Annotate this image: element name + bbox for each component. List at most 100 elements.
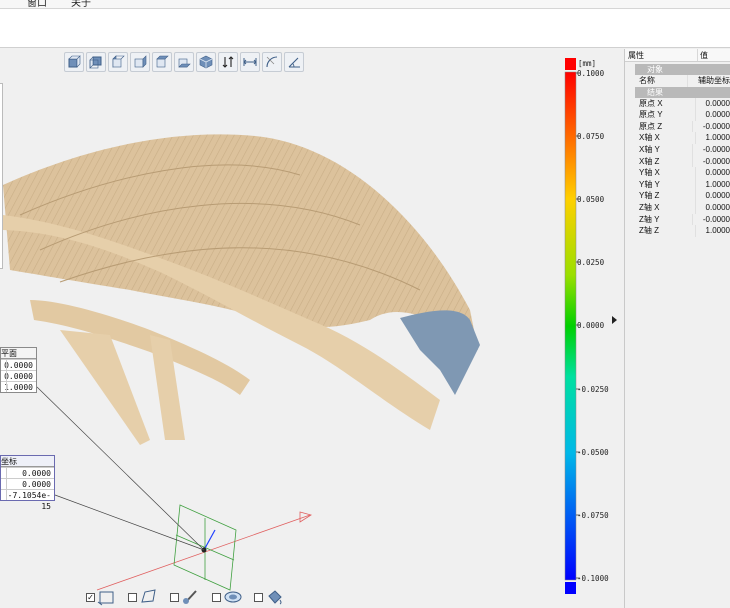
property-row[interactable]: X轴 X 1.0000 [625,132,730,144]
property-key: Y轴 X [635,167,696,179]
property-row[interactable]: Y轴 X 0.0000 [625,167,730,179]
toggle-brush-select[interactable] [170,588,201,606]
property-row[interactable]: Z轴 Z 1.0000 [625,225,730,237]
view-iso-button[interactable] [196,52,216,72]
measure-radius-button[interactable] [262,52,282,72]
lasso-select-icon [224,591,242,603]
measure-distance-icon [243,58,257,66]
property-value: 0.0000 [705,98,730,108]
menu-window[interactable]: 窗口 [27,0,47,8]
plane-info-box[interactable]: 平面 0.0000 0.0000 1.0000 [0,347,37,393]
tire-inner-ring [30,300,250,395]
toggle-rect-select[interactable]: ✓ [86,588,117,606]
left-panel-edge [0,83,3,269]
property-value: 1.0000 [705,179,730,189]
property-panel: 属性 值 对象 名称 辅助坐标 结果 原点 X 0.0000 原点 Y 0.0000 … [624,49,730,608]
property-key: Z轴 Z [635,225,696,237]
scale-max-swatch [565,58,576,70]
property-value: 1.0000 [705,133,730,143]
selection-toolbar: ✓ [86,587,285,607]
panel-expand-arrow-icon[interactable] [612,316,617,324]
checkbox-fill-select[interactable] [254,592,263,602]
property-row[interactable]: 原点 Y 0.0000 [625,109,730,121]
property-value: -0.0000 [702,121,730,131]
menu-bar: 窗口 关于 [0,0,730,9]
property-row[interactable]: Y轴 Y 1.0000 [625,178,730,191]
toggle-lasso-select[interactable] [212,588,243,606]
property-value: 0.0000 [705,191,730,201]
property-row[interactable]: X轴 Z -0.0000 [625,155,730,168]
view-right-button[interactable] [130,52,150,72]
scale-label-8: -0.1000 [577,574,609,583]
coord-info-box[interactable]: 坐标 0.0000 0.0000 -7.1054e-15 [0,455,55,511]
flip-axis-button[interactable] [218,52,238,72]
view-top-button[interactable] [152,52,172,72]
view-bottom-icon [178,58,191,68]
property-key: 名称 [635,75,688,87]
group-result[interactable]: 结果 [635,86,730,98]
property-key: X轴 Y [635,143,693,156]
measure-distance-button[interactable] [240,52,260,72]
select-polygon-icon [141,589,156,603]
property-key: X轴 Z [635,155,693,168]
scale-label-4: 0.0000 [577,321,605,330]
app-window: 窗口 关于 平面 0.0000 0.0000 1.0000 坐标 0.0000 … [0,0,730,608]
gizmo-z-axis [203,529,216,551]
view-back-icon [89,56,102,69]
plane-value-z: 1.0000 [1,381,36,392]
scale-label-5: -0.0250 [577,385,609,394]
gizmo-x-axis [96,514,311,591]
property-key: 原点 Y [635,109,696,121]
view-front-button[interactable] [64,52,84,72]
brush-select-icon [183,590,197,604]
toggle-fill-select[interactable] [254,588,285,606]
view-iso-icon [199,55,213,69]
fill-bucket-icon [268,590,282,605]
menu-about[interactable]: 关于 [71,0,91,8]
property-row[interactable]: 名称 辅助坐标 [625,75,730,87]
checkbox-brush-select[interactable] [170,592,179,602]
value-column-header[interactable]: 值 [698,49,730,61]
property-key: Z轴 Y [635,213,693,226]
property-row[interactable]: 原点 Z -0.0000 [625,120,730,133]
view-bottom-button[interactable] [174,52,194,72]
property-row[interactable]: Y轴 Z 0.0000 [625,190,730,202]
property-row[interactable]: 原点 X 0.0000 [625,97,730,110]
ribbon-toolbar [0,9,730,48]
property-header: 属性 值 [625,49,730,62]
property-column-header[interactable]: 属性 [625,49,698,61]
measure-angle-button[interactable] [284,52,304,72]
checkbox-polygon-select[interactable] [128,592,137,602]
tire-mesh[interactable] [3,134,480,445]
scale-label-1: 0.0750 [577,132,605,141]
property-key: Y轴 Y [635,178,696,191]
toggle-polygon-select[interactable] [128,588,159,606]
property-row[interactable]: Z轴 Y -0.0000 [625,213,730,226]
property-key: 原点 Z [635,120,693,133]
checkbox-lasso-select[interactable] [212,592,221,602]
property-value: 辅助坐标 [698,76,730,85]
scale-label-6: -0.0500 [577,448,609,457]
property-value: 0.0000 [705,202,730,212]
coord-value-y: 0.0000 [1,478,54,489]
property-key: X轴 X [635,132,696,144]
scene-canvas[interactable] [0,49,624,608]
flip-axis-icon [222,56,234,68]
coord-value-z: -7.1054e-15 [1,489,54,511]
group-object[interactable]: 对象 [635,64,730,75]
coord-leader-line [54,494,205,551]
checkbox-rect-select[interactable]: ✓ [86,592,95,602]
view-back-button[interactable] [86,52,106,72]
scale-label-3: 0.0250 [577,258,605,267]
plane-value-x: 0.0000 [1,359,36,370]
3d-viewport[interactable]: 平面 0.0000 0.0000 1.0000 坐标 0.0000 0.0000… [0,49,624,608]
select-rect-icon [97,591,114,606]
view-left-button[interactable] [108,52,128,72]
property-key: Y轴 Z [635,190,696,202]
scale-label-2: 0.0500 [577,195,605,204]
property-row[interactable]: X轴 Y -0.0000 [625,143,730,156]
scale-min-swatch [565,582,576,594]
plane-value-y: 0.0000 [1,370,36,381]
property-row[interactable]: Z轴 X 0.0000 [625,201,730,214]
measure-radius-icon [266,56,278,68]
